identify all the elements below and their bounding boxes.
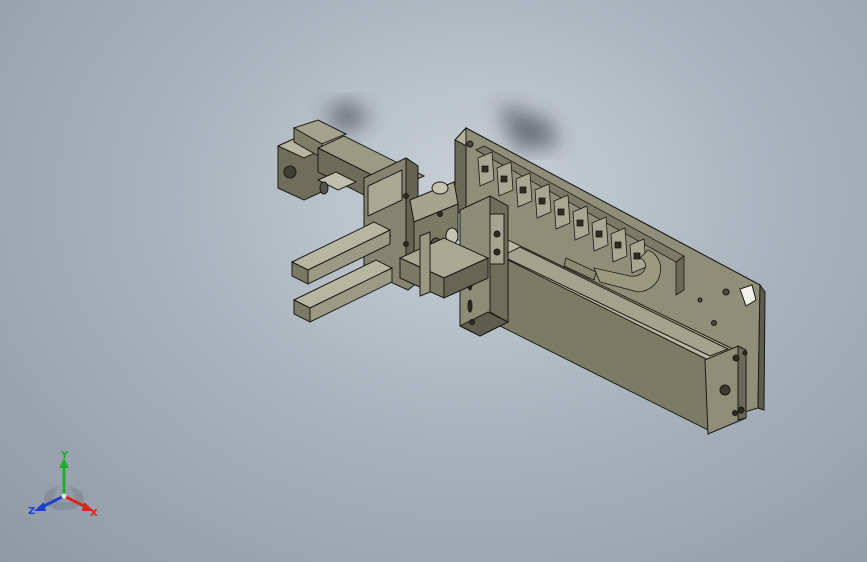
x-axis-label: X (90, 508, 98, 519)
z-axis-label: Z (28, 506, 35, 517)
graphics-viewport[interactable]: Y X Z (0, 0, 867, 562)
model-shadow (325, 102, 560, 150)
y-axis-label: Y (60, 450, 69, 461)
cad-model[interactable] (0, 0, 867, 562)
orientation-triad[interactable]: Y X Z (22, 448, 106, 522)
